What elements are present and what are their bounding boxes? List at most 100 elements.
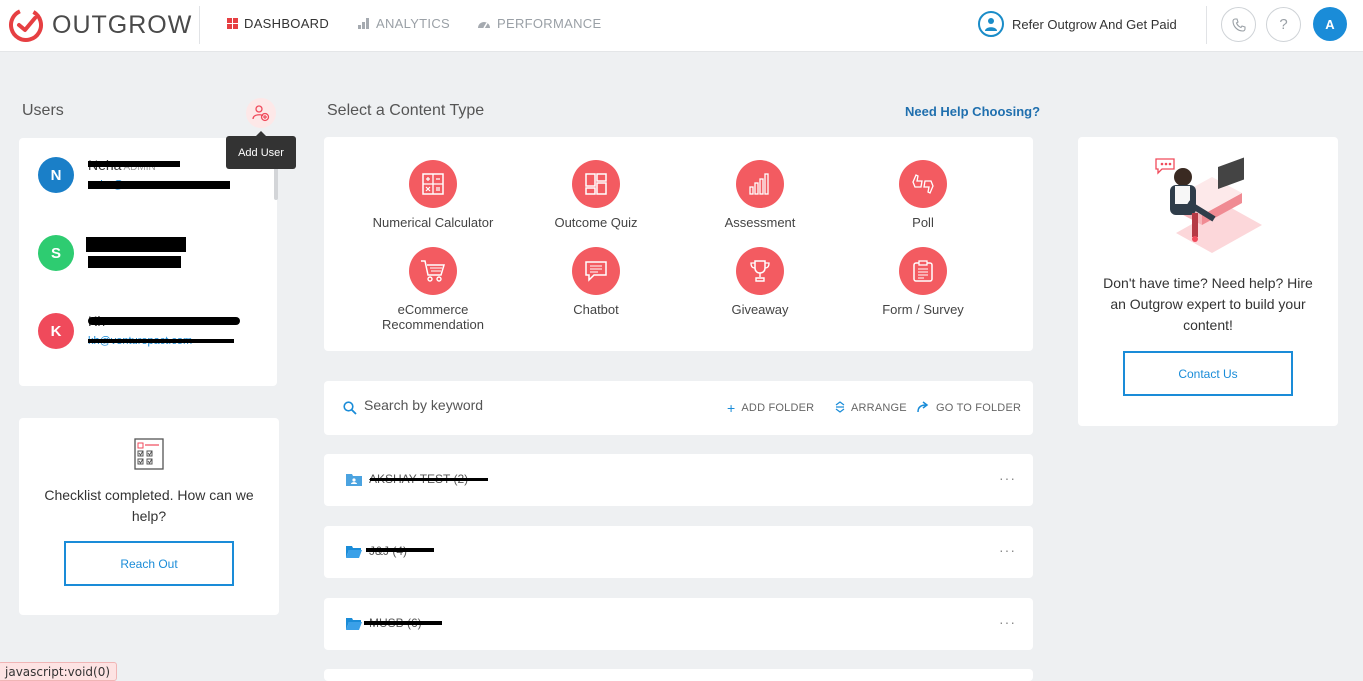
need-help-link[interactable]: Need Help Choosing? <box>905 104 1040 119</box>
content-type-assessment[interactable]: Assessment <box>680 160 840 230</box>
checklist-card: Checklist completed. How can we help? Re… <box>19 418 279 615</box>
folder-icon <box>346 618 362 630</box>
content-type-label: Assessment <box>724 215 796 230</box>
redaction-bar <box>364 621 442 625</box>
refer-link[interactable]: Refer Outgrow And Get Paid <box>978 11 1177 37</box>
chat-icon <box>572 247 620 295</box>
more-options-icon[interactable]: ··· <box>999 542 1016 558</box>
folder-row[interactable]: AKSHAY TEST (2) ··· <box>324 454 1033 506</box>
outgrow-logo[interactable]: OUTGROW <box>8 7 192 43</box>
redirect-arrow-icon <box>917 400 930 416</box>
user-row[interactable]: S S s <box>38 235 186 271</box>
content-type-label: Giveaway <box>731 302 789 317</box>
dashboard-icon <box>227 18 238 29</box>
arrange-icon <box>835 400 845 416</box>
refer-user-icon <box>978 11 1004 37</box>
redaction-bar <box>88 339 234 343</box>
nav-divider <box>199 6 200 44</box>
folder-icon <box>346 546 362 558</box>
user-info: S s <box>86 235 186 269</box>
arrange-button[interactable]: ARRANGE <box>835 400 907 416</box>
user-avatar: S <box>38 235 74 271</box>
profile-avatar[interactable]: A <box>1313 7 1347 41</box>
redaction-bar <box>370 478 488 481</box>
nav-analytics[interactable]: ANALYTICS <box>358 16 450 31</box>
redaction-bar <box>88 317 240 325</box>
go-to-folder-label: GO TO FOLDER <box>936 402 1022 414</box>
redaction-bar <box>366 548 434 552</box>
add-folder-label: ADD FOLDER <box>741 402 815 414</box>
trophy-icon <box>736 247 784 295</box>
folder-row[interactable]: J&J (4) ··· <box>324 526 1033 578</box>
user-info: NehaADMIN neha@ <box>88 157 230 191</box>
content-type-form-survey[interactable]: Form / Survey <box>843 247 1003 317</box>
search-input[interactable] <box>364 397 664 413</box>
folder-row[interactable] <box>324 669 1033 681</box>
user-row[interactable]: N NehaADMIN neha@ <box>38 157 230 193</box>
user-avatar: N <box>38 157 74 193</box>
contact-us-button[interactable]: Contact Us <box>1123 351 1293 396</box>
content-type-label: Poll <box>912 215 934 230</box>
redaction-bar <box>88 161 180 167</box>
folder-row[interactable]: MUSB (6) ··· <box>324 598 1033 650</box>
expert-help-card: Don't have time? Need help? Hire an Outg… <box>1078 137 1338 426</box>
add-folder-button[interactable]: + ADD FOLDER <box>727 400 814 416</box>
more-options-icon[interactable]: ··· <box>999 614 1016 630</box>
redaction-bar <box>88 256 181 268</box>
bar-chart-icon <box>358 18 369 29</box>
arrange-label: ARRANGE <box>851 402 907 414</box>
clipboard-icon <box>899 247 947 295</box>
redaction-bar <box>86 237 186 252</box>
user-row[interactable]: K Kh kh@venturepact.com <box>38 313 240 349</box>
help-button[interactable]: ? <box>1266 7 1301 42</box>
users-title: Users <box>22 102 64 119</box>
content-type-label: Outcome Quiz <box>554 215 638 230</box>
question-icon: ? <box>1279 16 1288 33</box>
content-type-title: Select a Content Type <box>327 102 485 119</box>
reach-out-button[interactable]: Reach Out <box>64 541 234 586</box>
content-type-label: eCommerce Recommendation <box>382 302 484 332</box>
content-type-giveaway[interactable]: Giveaway <box>680 247 840 317</box>
content-type-chatbot[interactable]: Chatbot <box>516 247 676 317</box>
content-type-ecommerce-recommendation[interactable]: eCommerce Recommendation <box>353 247 513 332</box>
phone-button[interactable] <box>1221 7 1256 42</box>
users-list-card: N NehaADMIN neha@ S S s K Kh kh@venturep… <box>19 138 277 386</box>
add-user-icon <box>252 105 270 122</box>
bar-chart-icon <box>736 160 784 208</box>
content-type-label: Numerical Calculator <box>372 215 494 230</box>
more-options-icon[interactable]: ··· <box>999 470 1016 486</box>
nav-performance[interactable]: PERFORMANCE <box>477 16 601 31</box>
brand-name: OUTGROW <box>52 10 193 39</box>
content-type-card: Numerical Calculator Outcome Quiz Assess… <box>324 137 1033 351</box>
search-toolbar: + ADD FOLDER ARRANGE GO TO FOLDER <box>324 381 1033 435</box>
refer-label: Refer Outgrow And Get Paid <box>1012 16 1177 32</box>
nav-dashboard-label: DASHBOARD <box>244 16 330 31</box>
plus-icon: + <box>727 400 736 416</box>
content-type-label: Form / Survey <box>882 302 964 317</box>
add-user-button[interactable] <box>246 98 276 128</box>
content-type-numerical-calculator[interactable]: Numerical Calculator <box>353 160 513 230</box>
search-icon <box>343 401 357 415</box>
developer-illustration-icon <box>1155 157 1262 253</box>
outgrow-logo-icon <box>9 8 43 42</box>
content-type-poll[interactable]: Poll <box>843 160 1003 230</box>
checklist-text: Checklist completed. How can we help? <box>44 487 254 524</box>
grid-icon <box>572 160 620 208</box>
thumbs-icon <box>899 160 947 208</box>
cart-icon <box>409 247 457 295</box>
expert-help-text: Don't have time? Need help? Hire an Outg… <box>1103 275 1313 333</box>
speedometer-icon <box>478 22 490 29</box>
add-user-tooltip: Add User <box>226 131 296 169</box>
nav-divider <box>1206 6 1207 44</box>
shared-folder-icon <box>346 474 362 486</box>
nav-dashboard[interactable]: DASHBOARD <box>227 16 329 31</box>
user-avatar: K <box>38 313 74 349</box>
content-type-outcome-quiz[interactable]: Outcome Quiz <box>516 160 676 230</box>
status-bar-url: javascript:void(0) <box>0 662 118 681</box>
phone-icon <box>1231 17 1246 32</box>
user-info: Kh kh@venturepact.com <box>88 313 240 347</box>
go-to-folder-button[interactable]: GO TO FOLDER <box>917 400 1021 416</box>
nav-analytics-label: ANALYTICS <box>376 16 450 31</box>
top-nav-bar: OUTGROW DASHBOARD ANALYTICS PERFORMANCE … <box>0 0 1363 52</box>
content-type-label: Chatbot <box>573 302 619 317</box>
